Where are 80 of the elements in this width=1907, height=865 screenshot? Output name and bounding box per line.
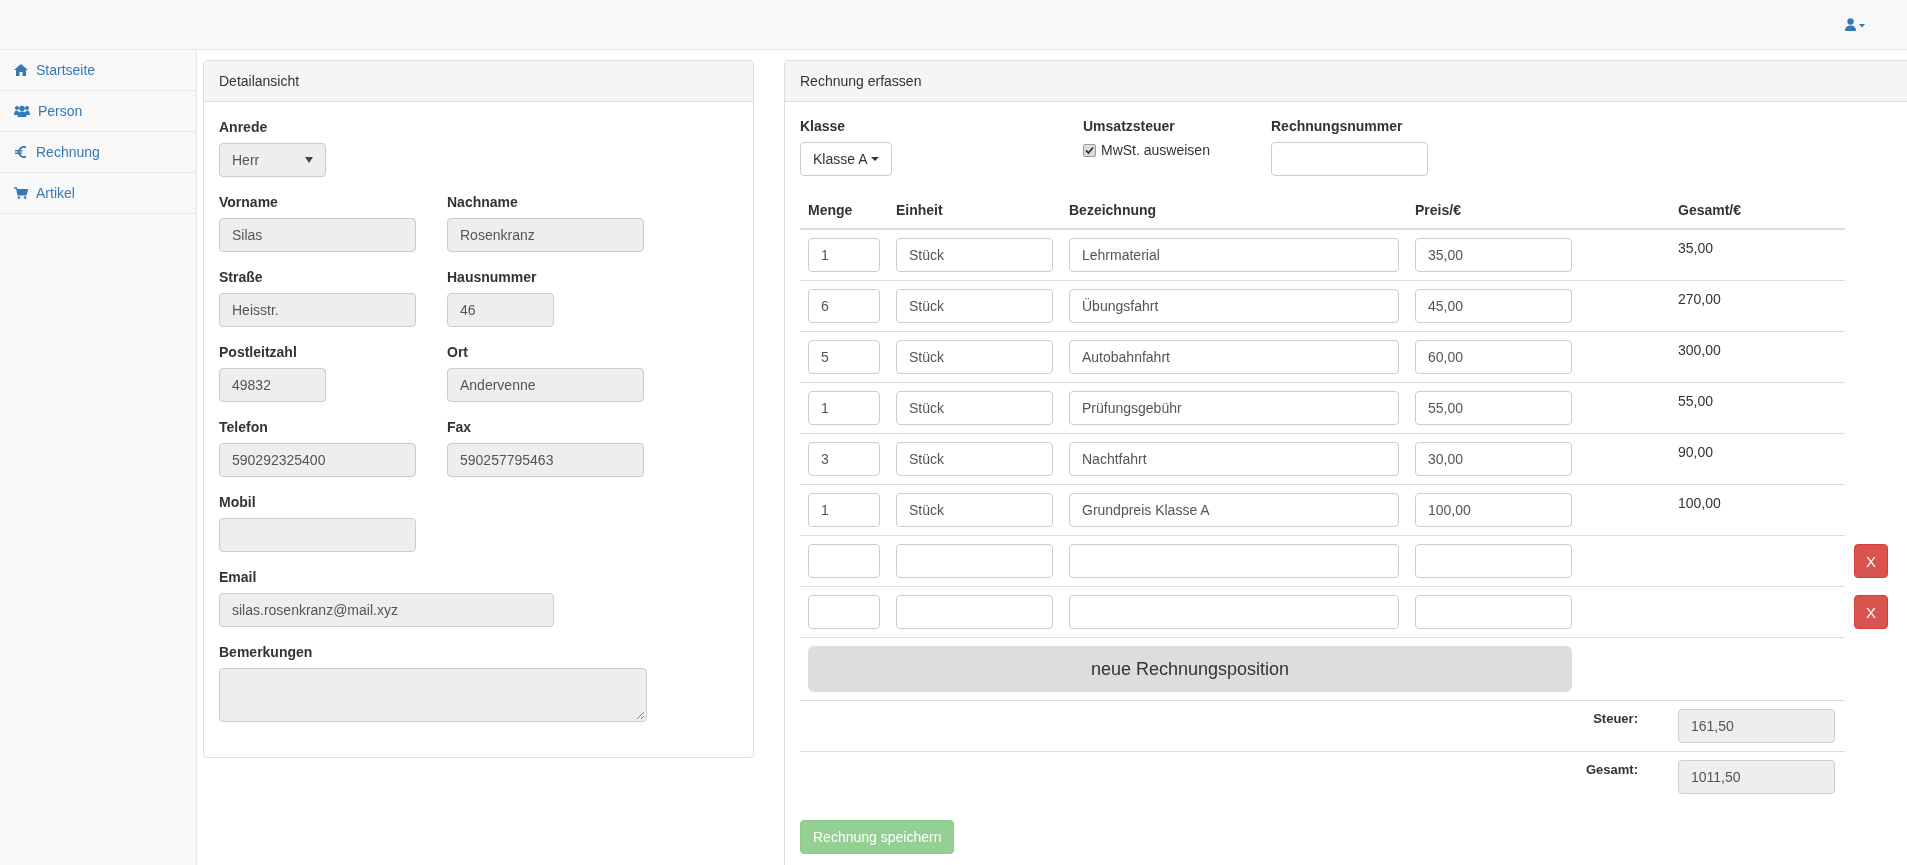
euro-icon [14,146,28,158]
total-field: 1011,50 [1678,760,1835,794]
input-field[interactable]: Stück [896,391,1053,425]
total-label: Gesamt: [1585,761,1638,777]
total-label: Steuer: [1593,710,1638,726]
input-field[interactable]: Prüfungsgebühr [1069,391,1399,425]
input-field[interactable] [808,544,880,578]
sidebar-item[interactable]: Startseite [0,50,196,91]
input-field[interactable]: Grundpreis Klasse A [1069,493,1399,527]
column-header: Gesamt/€ [1678,201,1743,220]
input-field[interactable]: Autobahnfahrt [1069,340,1399,374]
input-field[interactable]: Stück [896,442,1053,476]
table-cell-text: 100,00 [1678,494,1722,513]
field-label: Postleitzahl [219,343,298,362]
input-field[interactable]: 45,00 [1415,289,1572,323]
input-field[interactable]: 5 [808,340,880,374]
input-field[interactable]: 30,00 [1415,442,1572,476]
class-dropdown[interactable]: Klasse A [800,142,893,176]
input-field[interactable]: 35,00 [1415,238,1572,272]
invoice-number-field[interactable] [1271,142,1428,176]
field-label: Rechnungsnummer [1271,117,1404,136]
field-label: Telefon [219,418,269,437]
field-label: Klasse [800,117,847,136]
column-header: Menge [808,201,854,220]
checkbox-label: MwSt. ausweisen [1101,142,1210,158]
input-field[interactable]: 1 [808,238,880,272]
field-label: Hausnummer [447,268,538,287]
field-label: Nachname [447,193,519,212]
field-label: Straße [219,268,264,287]
input-field[interactable]: Stück [896,238,1053,272]
field-label: Email [219,568,258,587]
input-field[interactable]: Nachtfahrt [1069,442,1399,476]
cart-icon [14,187,28,199]
input-field[interactable]: 60,00 [1415,340,1572,374]
input-field[interactable]: Lehrmaterial [1069,238,1399,272]
panel-title: Detailansicht [219,73,300,89]
input-field[interactable] [1415,595,1572,629]
input-field[interactable] [896,544,1053,578]
home-icon [14,64,28,76]
field-label: Umsatzsteuer [1083,117,1176,136]
table-cell-text: 90,00 [1678,443,1715,462]
add-row-button[interactable]: neue Rechnungsposition [808,646,1572,692]
table-cell-text: 270,00 [1678,290,1722,309]
column-header: Preis/€ [1415,201,1462,220]
input-field[interactable]: Stück [896,340,1053,374]
field-label: Anrede [219,118,269,137]
input-field[interactable] [1069,595,1399,629]
total-field: 161,50 [1678,709,1835,743]
input-field[interactable] [896,595,1053,629]
field-label: Fax [447,418,473,437]
sidebar-item[interactable]: Rechnung [0,132,196,173]
sidebar-item[interactable]: Person [0,91,196,132]
table-cell-text: 300,00 [1678,341,1722,360]
field-label: Bemerkungen [219,643,314,662]
field-label: Ort [447,343,469,362]
user-icon [1845,17,1865,32]
checkbox[interactable] [1083,143,1096,157]
input-field[interactable] [808,595,880,629]
input-field[interactable] [1069,544,1399,578]
table-cell-text: 35,00 [1678,239,1715,258]
field-label: Mobil [219,493,257,512]
input-field[interactable]: Stück [896,493,1053,527]
panel-title: Rechnung erfassen [800,73,922,89]
input-field[interactable]: Übungsfahrt [1069,289,1399,323]
table-cell-text: 55,00 [1678,392,1715,411]
input-field[interactable]: 100,00 [1415,493,1572,527]
input-field[interactable]: Stück [896,289,1053,323]
users-icon [14,105,30,117]
field-label: Vorname [219,193,279,212]
column-header: Einheit [896,201,944,220]
input-field[interactable]: 55,00 [1415,391,1572,425]
input-field[interactable] [1415,544,1572,578]
input-field[interactable]: 1 [808,391,880,425]
input-field[interactable]: 3 [808,442,880,476]
delete-button[interactable]: X [1854,544,1888,578]
input-field[interactable]: 1 [808,493,880,527]
column-header: Bezeichnung [1069,201,1158,220]
sidebar-item[interactable]: Artikel [0,173,196,214]
input-field[interactable]: 6 [808,289,880,323]
delete-button[interactable]: X [1854,595,1888,629]
